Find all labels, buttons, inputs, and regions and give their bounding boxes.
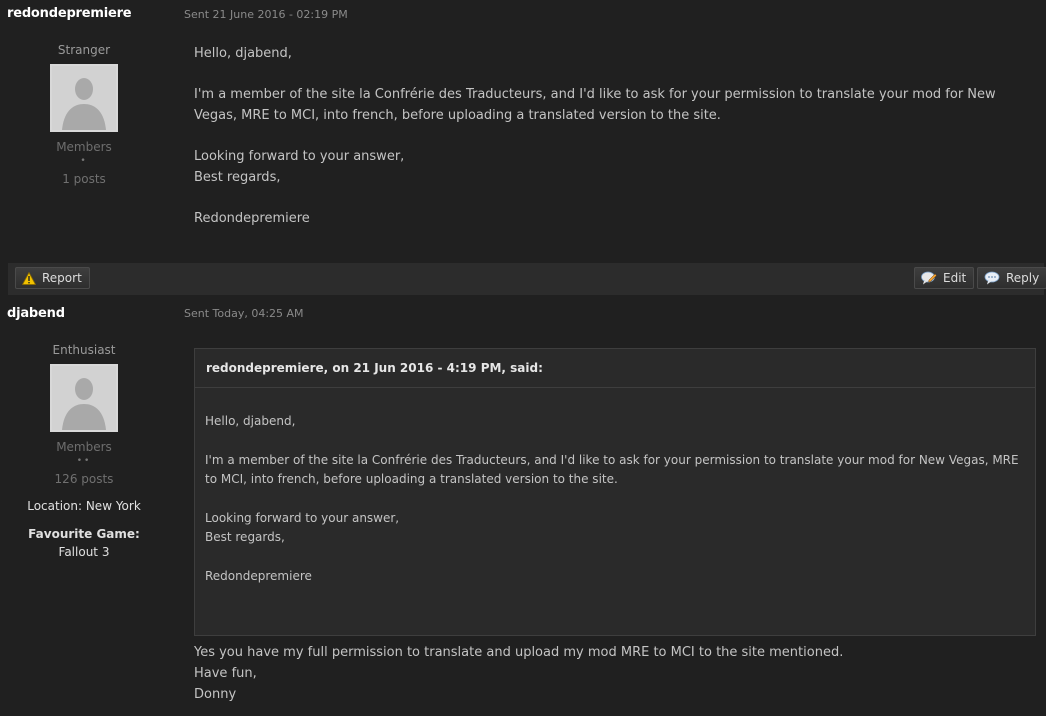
post-date: Sent 21 June 2016 - 02:19 PM bbox=[184, 8, 348, 21]
quote-closing: Looking forward to your answer, bbox=[205, 511, 400, 525]
quote-citation[interactable]: redondepremiere, on 21 Jun 2016 - 4:19 P… bbox=[195, 349, 1035, 388]
member-title: Stranger bbox=[57, 43, 111, 57]
message-post: djabend Sent Today, 04:25 AM Enthusiast … bbox=[0, 296, 1046, 716]
quote-regards: Best regards, bbox=[205, 530, 285, 544]
author-sidebar: Enthusiast Members •• 126 posts Location… bbox=[0, 342, 168, 561]
quote-signature: Redondepremiere bbox=[205, 569, 312, 583]
message-post: redondepremiere Sent 21 June 2016 - 02:1… bbox=[0, 0, 1046, 262]
rank-pips: • bbox=[80, 156, 88, 166]
member-title: Enthusiast bbox=[52, 343, 116, 357]
report-label: Report bbox=[42, 271, 82, 285]
default-avatar-icon bbox=[52, 366, 116, 430]
edit-bubble-icon bbox=[921, 271, 937, 285]
default-avatar-icon bbox=[52, 66, 116, 130]
avatar[interactable] bbox=[50, 64, 118, 132]
member-group: Members bbox=[56, 440, 112, 454]
favourite-game-value: Fallout 3 bbox=[58, 545, 110, 559]
author-name-link[interactable]: redondepremiere bbox=[7, 6, 132, 21]
post-paragraph: I'm a member of the site la Confrérie de… bbox=[194, 87, 996, 123]
post-date: Sent Today, 04:25 AM bbox=[184, 307, 304, 320]
favourite-game-label: Favourite Game: bbox=[28, 527, 140, 541]
post-closing: Looking forward to your answer, bbox=[194, 149, 405, 164]
quote-block: redondepremiere, on 21 Jun 2016 - 4:19 P… bbox=[194, 348, 1036, 636]
author-name-link[interactable]: djabend bbox=[7, 306, 65, 321]
avatar[interactable] bbox=[50, 364, 118, 432]
edit-button[interactable]: Edit bbox=[914, 267, 975, 289]
quote-greeting: Hello, djabend, bbox=[205, 414, 296, 428]
post-count: 1 posts bbox=[62, 172, 106, 186]
reply-line: Donny bbox=[194, 687, 237, 702]
quote-body: Hello, djabend, I'm a member of the site… bbox=[195, 388, 1035, 586]
post-regards: Best regards, bbox=[194, 170, 281, 185]
rank-pips: •• bbox=[76, 456, 92, 466]
reply-body: Yes you have my full permission to trans… bbox=[194, 642, 843, 705]
report-button[interactable]: Report bbox=[15, 267, 90, 289]
post-signature: Redondepremiere bbox=[194, 211, 310, 226]
post-greeting: Hello, djabend, bbox=[194, 46, 292, 61]
favourite-game-field: Favourite Game: Fallout 3 bbox=[0, 525, 168, 561]
member-group: Members bbox=[56, 140, 112, 154]
post-controls: Report Edit Reply bbox=[8, 263, 1046, 295]
author-sidebar: Stranger Members • 1 posts bbox=[0, 42, 168, 189]
reply-bubble-icon bbox=[984, 271, 1000, 285]
reply-line: Yes you have my full permission to trans… bbox=[194, 645, 844, 660]
reply-line: Have fun, bbox=[194, 666, 257, 681]
location-field: Location: New York bbox=[27, 499, 141, 513]
post-count: 126 posts bbox=[54, 472, 114, 486]
quote-paragraph: I'm a member of the site la Confrérie de… bbox=[205, 453, 1019, 486]
edit-label: Edit bbox=[943, 271, 967, 285]
reply-button[interactable]: Reply bbox=[977, 267, 1046, 289]
warning-icon bbox=[22, 271, 36, 285]
reply-label: Reply bbox=[1006, 271, 1040, 285]
post-body: Hello, djabend, I'm a member of the site… bbox=[194, 43, 1034, 249]
